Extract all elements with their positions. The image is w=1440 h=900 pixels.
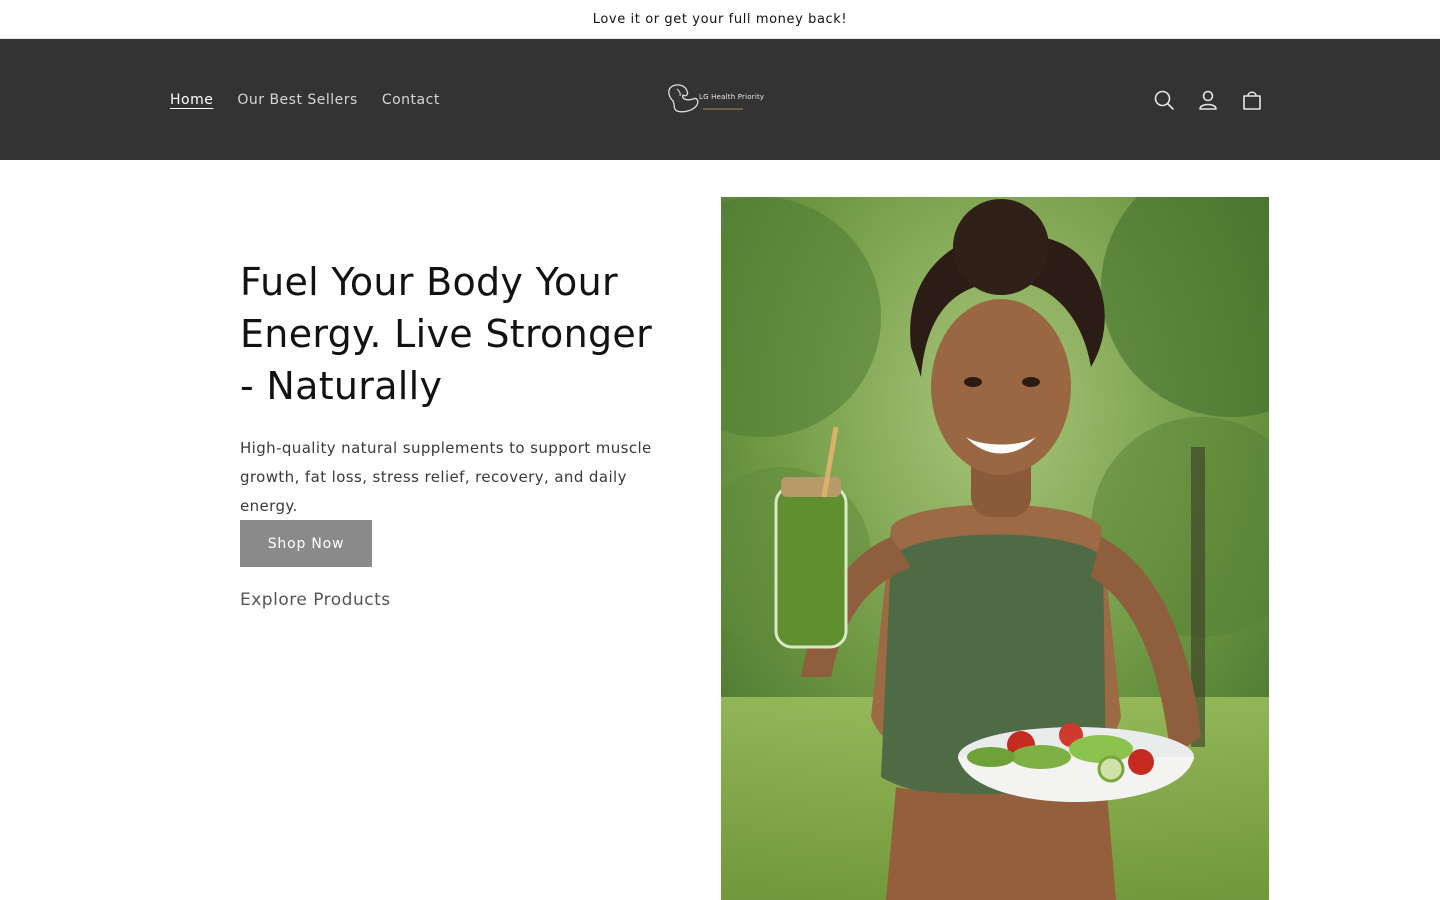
hero-title: Fuel Your Body Your Energy. Live Stronge… <box>240 260 653 408</box>
hero-photo-illustration <box>721 197 1269 900</box>
announcement-text: Love it or get your full money back! <box>592 11 848 27</box>
site-logo[interactable]: LG Health Priority <box>663 79 777 121</box>
nav-item-contact[interactable]: Contact <box>370 92 452 108</box>
announcement-bar: Love it or get your full money back! <box>0 0 1440 39</box>
cart-icon <box>1243 91 1261 110</box>
account-button[interactable] <box>1186 78 1230 122</box>
hero-subtitle: High-quality natural supplements to supp… <box>240 439 652 515</box>
cart-button[interactable] <box>1230 78 1274 122</box>
search-icon <box>1154 90 1174 110</box>
account-icon <box>1199 90 1217 110</box>
main-nav: Home Our Best Sellers Contact <box>158 39 452 160</box>
nav-item-home[interactable]: Home <box>158 92 225 108</box>
hero-image <box>721 197 1269 900</box>
explore-products-link[interactable]: Explore Products <box>240 590 391 610</box>
header-icons <box>1142 78 1274 122</box>
search-button[interactable] <box>1142 78 1186 122</box>
nav-item-best-sellers[interactable]: Our Best Sellers <box>225 92 370 108</box>
logo-text: LG Health Priority <box>699 93 765 101</box>
site-header: Home Our Best Sellers Contact LG Health … <box>0 39 1440 160</box>
hero-text-block: Fuel Your Body Your Energy. Live Stronge… <box>240 256 660 521</box>
shop-now-button[interactable]: Shop Now <box>240 520 372 567</box>
